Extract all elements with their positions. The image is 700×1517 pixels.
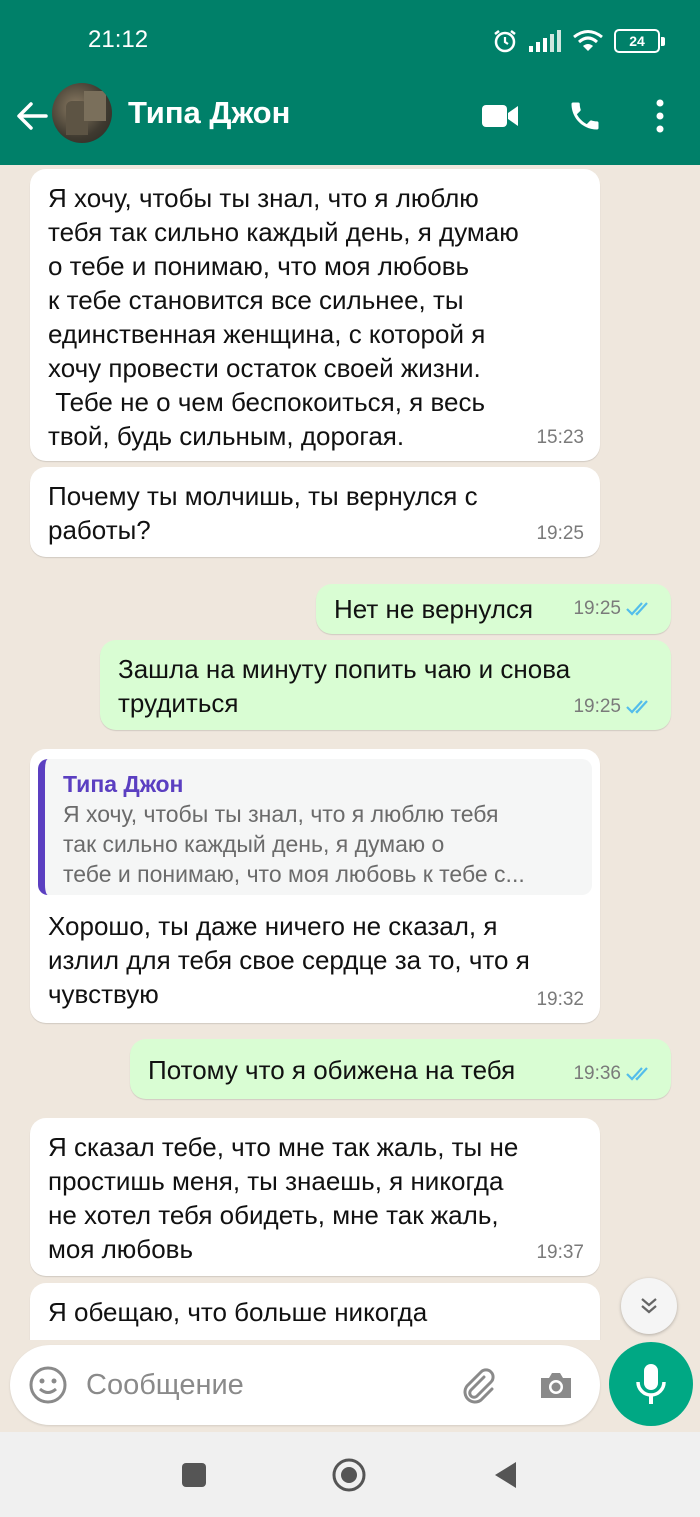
- message-time: 19:32: [536, 989, 584, 1010]
- battery-indicator: 24: [614, 29, 665, 53]
- home-icon[interactable]: [331, 1457, 367, 1493]
- scroll-to-bottom-button[interactable]: [621, 1278, 677, 1334]
- phone-call-icon[interactable]: [567, 98, 603, 134]
- contact-name[interactable]: Типа Джон: [128, 95, 290, 131]
- camera-icon[interactable]: [536, 1365, 576, 1405]
- message-meta: 15:23: [536, 421, 584, 455]
- quoted-sender-name: Типа Джон: [63, 771, 184, 797]
- back-nav-icon[interactable]: [492, 1460, 518, 1490]
- message-time: 19:25: [573, 598, 621, 619]
- message-text: Почему ты молчишь, ты вернулся с работы?: [48, 481, 478, 545]
- status-time: 21:12: [88, 26, 149, 53]
- message-time: 19:25: [536, 523, 584, 544]
- message-time: 19:37: [536, 1242, 584, 1263]
- message-meta: 19:37: [536, 1236, 584, 1270]
- attach-icon[interactable]: [458, 1365, 498, 1405]
- message-meta: 19:25: [573, 690, 655, 724]
- double-chevron-down-icon: [641, 1298, 657, 1314]
- app-header: 21:12 24 Типа Джон: [0, 0, 700, 165]
- message-time: 15:23: [536, 427, 584, 448]
- wifi-icon: [573, 30, 603, 51]
- message-bubble-incoming[interactable]: Я обещаю, что больше никогда: [30, 1283, 600, 1340]
- message-text: Я хочу, чтобы ты знал, что я люблю тебя …: [48, 183, 519, 451]
- message-bubble-outgoing[interactable]: Нет не вернулся 19:25: [316, 584, 671, 634]
- contact-avatar[interactable]: [52, 83, 112, 143]
- message-time: 19:25: [573, 696, 621, 717]
- message-text: Я обещаю, что больше никогда: [48, 1297, 428, 1327]
- emoji-icon[interactable]: [28, 1365, 68, 1405]
- message-time: 19:36: [573, 1063, 621, 1084]
- message-bubble-incoming[interactable]: Я хочу, чтобы ты знал, что я люблю тебя …: [30, 169, 600, 461]
- message-text: Я сказал тебе, что мне так жаль, ты не п…: [48, 1132, 519, 1264]
- alarm-icon: [494, 30, 516, 53]
- status-bar: 21:12 24: [0, 0, 700, 80]
- message-meta: 19:36: [573, 1057, 655, 1091]
- quoted-text: Я хочу, чтобы ты знал, что я люблю тебя …: [63, 801, 525, 887]
- message-bubble-incoming-reply[interactable]: Типа Джон Я хочу, чтобы ты знал, что я л…: [30, 749, 600, 1023]
- message-composer: [10, 1345, 600, 1425]
- chat-toolbar: Типа Джон: [0, 80, 700, 165]
- message-bubble-incoming[interactable]: Я сказал тебе, что мне так жаль, ты не п…: [30, 1118, 600, 1276]
- message-meta: 19:25: [573, 592, 655, 626]
- video-call-icon[interactable]: [481, 102, 519, 130]
- back-arrow-icon[interactable]: [12, 96, 52, 136]
- battery-level: 24: [629, 33, 645, 49]
- signal-icon: [529, 30, 561, 52]
- read-receipt-icon: [626, 1067, 648, 1081]
- status-icons: 24: [492, 26, 665, 56]
- message-bubble-incoming[interactable]: Почему ты молчишь, ты вернулся с работы?…: [30, 467, 600, 557]
- message-text: Хорошо, ты даже ничего не сказал, я изли…: [48, 911, 530, 1009]
- quoted-message[interactable]: Типа Джон Я хочу, чтобы ты знал, что я л…: [38, 759, 592, 895]
- system-navigation-bar: [0, 1432, 700, 1517]
- message-input[interactable]: [86, 1355, 446, 1415]
- voice-message-button[interactable]: [609, 1342, 693, 1426]
- message-meta: 19:32: [536, 983, 584, 1017]
- message-meta: 19:25: [536, 517, 584, 551]
- message-list[interactable]: Я хочу, чтобы ты знал, что я люблю тебя …: [0, 165, 700, 1340]
- read-receipt-icon: [626, 602, 648, 616]
- recent-apps-icon[interactable]: [181, 1462, 207, 1488]
- message-bubble-outgoing[interactable]: Потому что я обижена на тебя 19:36: [130, 1039, 671, 1099]
- read-receipt-icon: [626, 700, 648, 714]
- message-bubble-outgoing[interactable]: Зашла на минуту попить чаю и снова труди…: [100, 640, 671, 730]
- microphone-icon: [636, 1364, 666, 1404]
- more-options-icon[interactable]: [655, 98, 665, 134]
